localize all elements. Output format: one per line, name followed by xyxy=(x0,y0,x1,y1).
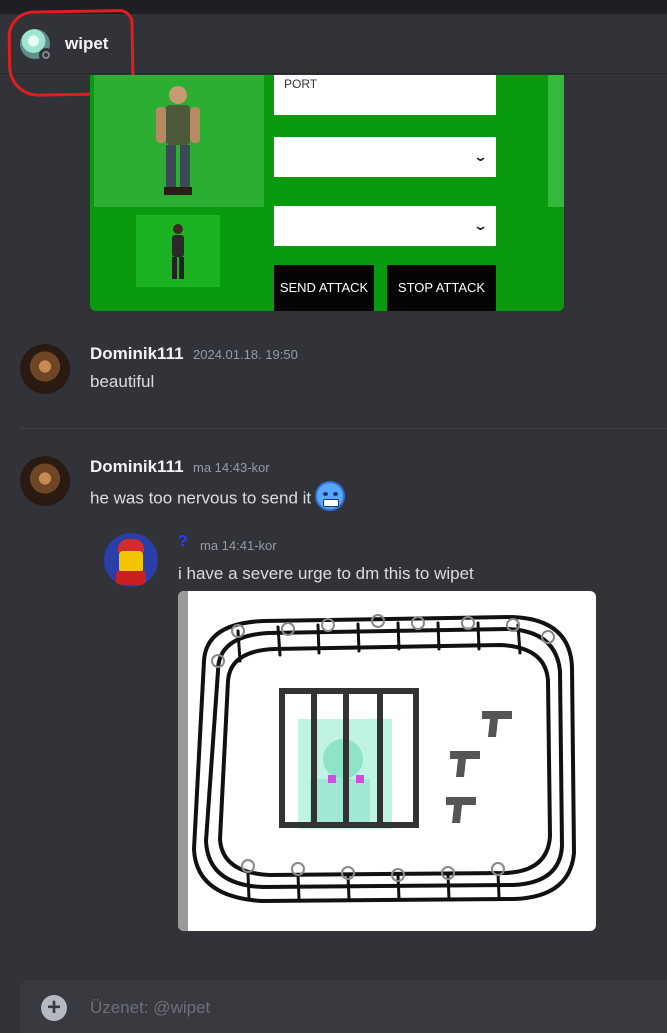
lego-head-shape xyxy=(119,551,143,573)
message-author[interactable]: Dominik111 xyxy=(90,457,184,477)
message-divider xyxy=(20,428,667,429)
cold-face-emoji-icon xyxy=(315,481,346,511)
avatar[interactable] xyxy=(20,344,70,394)
port-field: PORT xyxy=(274,75,496,115)
select-field-2: ⌄ xyxy=(274,206,496,246)
message-input[interactable] xyxy=(90,995,650,1021)
forwarded-timestamp: ma 14:41-kor xyxy=(200,538,277,553)
image-attachment-game[interactable]: PORT ⌄ ⌄ SEND ATTACK STOP ATTACK xyxy=(90,75,564,311)
send-attack-button: SEND ATTACK xyxy=(274,265,374,311)
port-placeholder: PORT xyxy=(284,77,318,91)
forwarded-text: i have a severe urge to dm this to wipet xyxy=(178,564,474,583)
drawing-image[interactable] xyxy=(178,591,596,931)
avatar[interactable] xyxy=(20,456,70,506)
plus-icon[interactable]: + xyxy=(41,995,67,1021)
message-text-row: he was too nervous to send it xyxy=(90,481,346,514)
message-timestamp: ma 14:43-kor xyxy=(193,460,270,475)
character-thumbnail xyxy=(136,215,220,287)
stop-attack-button: STOP ATTACK xyxy=(387,265,496,311)
message-composer: + xyxy=(20,980,667,1033)
message-timestamp: 2024.01.18. 19:50 xyxy=(193,347,298,362)
avatar[interactable] xyxy=(104,533,158,587)
chevron-down-icon: ⌄ xyxy=(472,218,489,233)
message-text: he was too nervous to send it xyxy=(90,488,312,508)
body-shape xyxy=(116,571,146,585)
message-author[interactable]: Dominik111 xyxy=(90,344,184,364)
unknown-user-icon[interactable]: ? xyxy=(178,533,188,551)
message-text: beautiful xyxy=(90,372,155,391)
chevron-down-icon: ⌄ xyxy=(472,149,489,164)
embed-side-panel xyxy=(548,75,564,207)
select-field-1: ⌄ xyxy=(274,137,496,177)
character-portrait xyxy=(94,75,264,207)
